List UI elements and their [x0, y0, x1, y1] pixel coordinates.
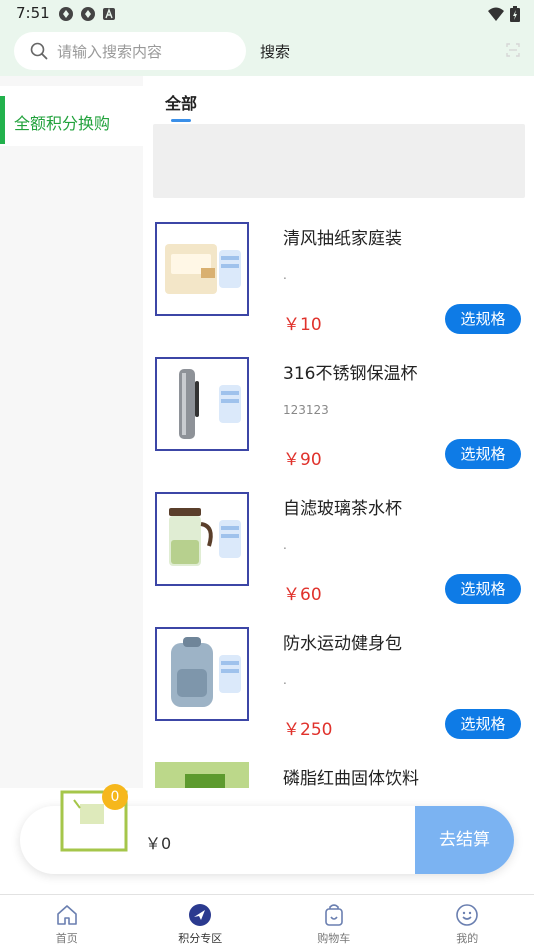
battery-icon: [510, 6, 520, 26]
header: 请输入搜索内容 搜索: [0, 28, 534, 76]
product-desc: .: [283, 673, 287, 687]
product-price: ￥10: [283, 315, 322, 335]
search-icon: [30, 42, 48, 64]
scan-icon[interactable]: [506, 42, 520, 61]
checkout-button[interactable]: 去结算: [415, 806, 514, 874]
nav-home[interactable]: 首页: [0, 895, 134, 950]
product-image-tea-cup: [155, 492, 249, 586]
wifi-icon: [488, 6, 504, 26]
nav-points-zone[interactable]: 积分专区: [134, 895, 268, 950]
product-desc: .: [283, 268, 287, 282]
product-desc: .: [283, 538, 287, 552]
product-image-drink: [155, 762, 249, 788]
points-icon: [189, 904, 212, 926]
product-image-tissue: [155, 222, 249, 316]
notification-icon: [80, 6, 96, 22]
sidebar-item-full-points-exchange[interactable]: 全额积分换购: [0, 86, 143, 146]
select-spec-button[interactable]: 选规格: [445, 304, 521, 334]
select-spec-button[interactable]: 选规格: [445, 709, 521, 739]
product-item[interactable]: 磷脂红曲固体饮料: [143, 762, 534, 788]
product-name: 316不锈钢保温杯: [283, 364, 418, 384]
product-name: 防水运动健身包: [283, 634, 402, 654]
status-time: 7:51: [16, 4, 50, 22]
tab-all[interactable]: 全部: [165, 90, 197, 114]
nav-profile[interactable]: 我的: [401, 895, 534, 950]
search-placeholder: 请输入搜索内容: [57, 43, 163, 61]
product-price: ￥60: [283, 585, 322, 605]
product-price: ￥250: [283, 720, 333, 740]
status-bar: 7:51: [0, 0, 534, 28]
cart-count-badge: 0: [102, 784, 128, 810]
nav-shopping-cart[interactable]: 购物车: [267, 895, 401, 950]
product-item[interactable]: 清风抽纸家庭装 . ￥10 选规格: [143, 222, 534, 352]
product-item[interactable]: 316不锈钢保温杯 123123 ￥90 选规格: [143, 357, 534, 487]
product-name: 清风抽纸家庭装: [283, 229, 402, 249]
nav-label: 积分专区: [178, 932, 223, 945]
product-list-panel: 全部 清风抽纸家庭装 . ￥10 选规格 316不锈钢保温杯 123123 ￥9…: [143, 76, 534, 788]
product-name: 磷脂红曲固体饮料: [283, 769, 419, 788]
notification-icon: [58, 6, 74, 22]
search-input[interactable]: 请输入搜索内容: [14, 32, 246, 70]
banner-placeholder: [153, 124, 525, 198]
profile-icon: [456, 904, 479, 926]
product-image-backpack: [155, 627, 249, 721]
home-icon: [56, 905, 77, 925]
product-item[interactable]: 自滤玻璃茶水杯 . ￥60 选规格: [143, 492, 534, 622]
select-spec-button[interactable]: 选规格: [445, 439, 521, 469]
product-item[interactable]: 防水运动健身包 . ￥250 选规格: [143, 627, 534, 757]
app-badge-icon: [102, 6, 118, 22]
product-desc: 123123: [283, 403, 329, 417]
shopping-bag-icon: [324, 904, 343, 926]
cart-total: ￥0: [145, 834, 172, 853]
tab-underline: [171, 119, 191, 122]
active-indicator: [0, 96, 5, 144]
nav-label: 购物车: [317, 932, 351, 945]
nav-label: 我的: [456, 932, 479, 945]
select-spec-button[interactable]: 选规格: [445, 574, 521, 604]
sidebar-item-label: 全额积分换购: [14, 114, 111, 133]
product-image-thermos: [155, 357, 249, 451]
product-price: ￥90: [283, 450, 322, 470]
nav-label: 首页: [55, 932, 78, 945]
category-sidebar: 全额积分换购: [0, 76, 143, 788]
bottom-nav: 首页 积分专区 购物车 我的: [0, 894, 534, 950]
search-button[interactable]: 搜索: [260, 41, 290, 62]
product-name: 自滤玻璃茶水杯: [283, 499, 402, 519]
